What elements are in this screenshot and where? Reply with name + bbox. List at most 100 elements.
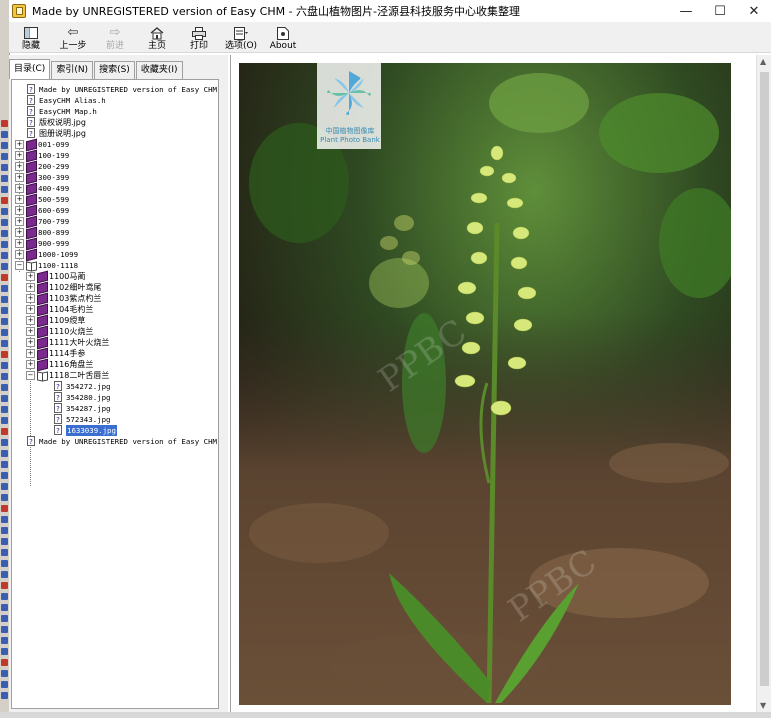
tree-item[interactable]: +1111大叶火烧兰 bbox=[12, 337, 218, 348]
expand-icon[interactable]: + bbox=[26, 283, 35, 292]
tab-index[interactable]: 索引(N) bbox=[51, 61, 94, 79]
tab-search[interactable]: 搜索(S) bbox=[94, 61, 135, 79]
maximize-button[interactable]: ☐ bbox=[703, 0, 737, 22]
expand-icon[interactable]: + bbox=[26, 305, 35, 314]
tree-item-label: 1100-1118 bbox=[38, 261, 79, 270]
expand-icon[interactable]: + bbox=[15, 228, 24, 237]
tree-item[interactable]: +800-899 bbox=[12, 227, 218, 238]
tree-item[interactable]: ? EasyCHM Alias.h bbox=[12, 95, 218, 106]
expand-icon[interactable]: + bbox=[15, 195, 24, 204]
edge-item-icon bbox=[1, 571, 8, 578]
tree-item[interactable]: +1109绶草 bbox=[12, 315, 218, 326]
print-button[interactable]: 打印 bbox=[179, 24, 219, 52]
forward-button[interactable]: ⇨ 前进 bbox=[95, 24, 135, 52]
tree-item-label: 001-099 bbox=[38, 140, 70, 149]
options-button[interactable]: 选项(O) bbox=[221, 24, 261, 52]
tree-item-label: 1104毛杓兰 bbox=[49, 305, 94, 314]
collapse-icon[interactable]: − bbox=[15, 261, 24, 270]
scroll-down-icon[interactable]: ▼ bbox=[760, 701, 766, 710]
tree-item[interactable]: +1103紫点杓兰 bbox=[12, 293, 218, 304]
expand-icon[interactable]: + bbox=[15, 206, 24, 215]
vertical-scrollbar[interactable]: ▲ ▼ bbox=[756, 55, 771, 712]
tree-item[interactable]: +001-099 bbox=[12, 139, 218, 150]
tree-item[interactable]: ? 354280.jpg bbox=[12, 392, 218, 403]
tree-item[interactable]: +1104毛杓兰 bbox=[12, 304, 218, 315]
close-button[interactable]: ✕ bbox=[737, 0, 771, 22]
expand-icon[interactable]: + bbox=[15, 140, 24, 149]
closed-book-icon bbox=[26, 227, 36, 237]
tree-item[interactable]: ? 354272.jpg bbox=[12, 381, 218, 392]
tree-item[interactable]: +1100马蔺 bbox=[12, 271, 218, 282]
edge-item-icon bbox=[1, 164, 8, 171]
expand-icon[interactable]: + bbox=[15, 173, 24, 182]
minimize-button[interactable]: — bbox=[669, 0, 703, 22]
expand-icon[interactable]: + bbox=[26, 349, 35, 358]
tree-item[interactable]: +1116角盘兰 bbox=[12, 359, 218, 370]
window-controls: — ☐ ✕ bbox=[669, 0, 771, 22]
hide-button[interactable]: 隐藏 bbox=[11, 24, 51, 52]
tree-item[interactable]: +900-999 bbox=[12, 238, 218, 249]
tree-item[interactable]: +400-499 bbox=[12, 183, 218, 194]
help-topic-icon: ? bbox=[54, 403, 62, 413]
tree-item[interactable]: ? 图册说明.jpg bbox=[12, 128, 218, 139]
about-button[interactable]: About bbox=[263, 24, 303, 52]
expand-icon[interactable]: + bbox=[15, 162, 24, 171]
edge-item-icon bbox=[1, 483, 8, 490]
closed-book-icon bbox=[37, 348, 47, 358]
expand-icon[interactable]: + bbox=[15, 239, 24, 248]
closed-book-icon bbox=[37, 359, 47, 369]
back-button[interactable]: ⇦ 上一步 bbox=[53, 24, 93, 52]
scrollbar-thumb[interactable] bbox=[760, 72, 769, 686]
tree-item[interactable]: +500-599 bbox=[12, 194, 218, 205]
closed-book-icon bbox=[26, 194, 36, 204]
window-title: Made by UNREGISTERED version of Easy CHM… bbox=[32, 5, 521, 18]
collapse-icon[interactable]: − bbox=[26, 371, 35, 380]
tree-item[interactable]: − 1100-1118 bbox=[12, 260, 218, 271]
tree-item[interactable]: ? 354287.jpg bbox=[12, 403, 218, 414]
tab-favorites[interactable]: 收藏夹(I) bbox=[135, 61, 183, 79]
closed-book-icon bbox=[37, 304, 47, 314]
edge-item-icon bbox=[1, 296, 8, 303]
tree-item[interactable]: +1000-1099 bbox=[12, 249, 218, 260]
tree-item-label: 1109绶草 bbox=[49, 316, 86, 325]
edge-item-icon bbox=[1, 549, 8, 556]
expand-icon[interactable]: + bbox=[15, 217, 24, 226]
expand-icon[interactable]: + bbox=[26, 294, 35, 303]
closed-book-icon bbox=[26, 249, 36, 259]
tree-item[interactable]: ? Made by UNREGISTERED version of Easy CH… bbox=[12, 84, 218, 95]
contents-tree[interactable]: ? Made by UNREGISTERED version of Easy CH… bbox=[11, 79, 219, 709]
tree-item[interactable]: ? 572343.jpg bbox=[12, 414, 218, 425]
tree-item[interactable]: − 1118二叶舌唇兰 bbox=[12, 370, 218, 381]
tree-item[interactable]: +1102细叶鸢尾 bbox=[12, 282, 218, 293]
tree-item[interactable]: ? 1633039.jpg bbox=[12, 425, 218, 436]
hide-pane-icon bbox=[24, 26, 38, 40]
expand-icon[interactable]: + bbox=[15, 151, 24, 160]
tree-item[interactable]: +1114手参 bbox=[12, 348, 218, 359]
expand-icon[interactable]: + bbox=[15, 250, 24, 259]
tree-item[interactable]: +700-799 bbox=[12, 216, 218, 227]
tree-item[interactable]: +600-699 bbox=[12, 205, 218, 216]
edge-item-icon bbox=[1, 175, 8, 182]
expand-icon[interactable]: + bbox=[15, 184, 24, 193]
expand-icon[interactable]: + bbox=[26, 360, 35, 369]
tree-item[interactable]: ? 版权说明.jpg bbox=[12, 117, 218, 128]
tab-contents[interactable]: 目录(C) bbox=[9, 59, 51, 79]
expand-icon[interactable]: + bbox=[26, 327, 35, 336]
scroll-up-icon[interactable]: ▲ bbox=[760, 57, 766, 66]
home-button[interactable]: 主页 bbox=[137, 24, 177, 52]
tree-item-label: Made by UNREGISTERED version of Easy CHM… bbox=[39, 437, 219, 446]
plant-photo: PPBC PPBC 中国植物图像库 Plant Photo Bank bbox=[239, 63, 731, 705]
tree-item[interactable]: +200-299 bbox=[12, 161, 218, 172]
closed-book-icon bbox=[26, 183, 36, 193]
expand-icon[interactable]: + bbox=[26, 316, 35, 325]
closed-book-icon bbox=[37, 282, 47, 292]
tree-item[interactable]: +100-199 bbox=[12, 150, 218, 161]
expand-icon[interactable]: + bbox=[26, 272, 35, 281]
edge-item-icon bbox=[1, 406, 8, 413]
tree-item[interactable]: ? Made by UNREGISTERED version of Easy CH… bbox=[12, 436, 218, 447]
expand-icon[interactable]: + bbox=[26, 338, 35, 347]
tree-item[interactable]: +300-399 bbox=[12, 172, 218, 183]
tree-item[interactable]: ? EasyCHM Map.h bbox=[12, 106, 218, 117]
tree-item-label: 354287.jpg bbox=[66, 404, 111, 413]
tree-item[interactable]: +1110火烧兰 bbox=[12, 326, 218, 337]
